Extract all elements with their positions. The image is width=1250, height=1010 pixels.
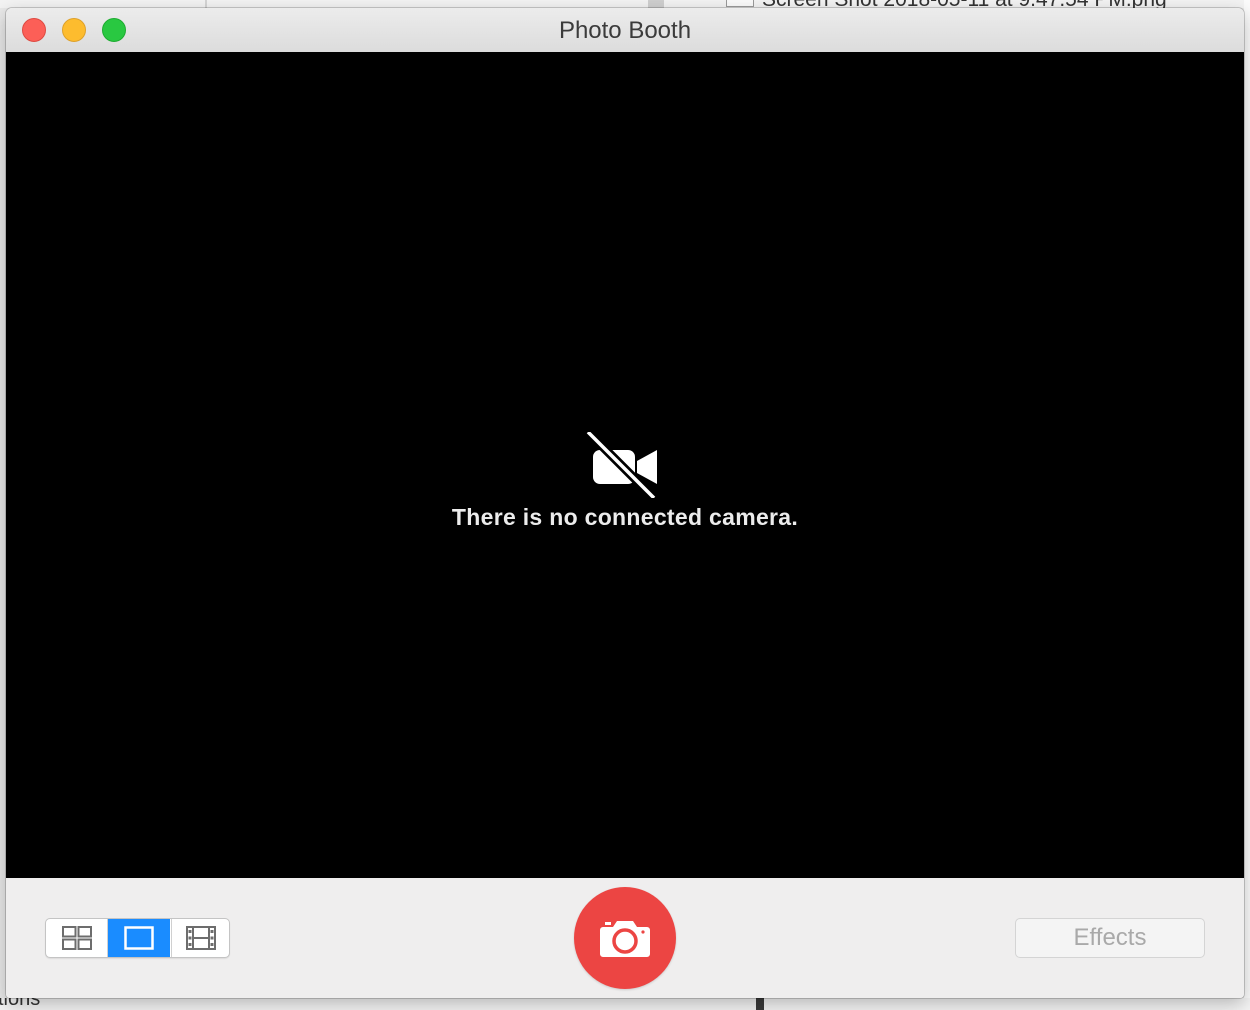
take-photo-button[interactable] xyxy=(574,887,676,989)
camera-preview: There is no connected camera. xyxy=(6,52,1244,878)
background-divider xyxy=(205,0,207,8)
bottom-toolbar: Effects xyxy=(6,878,1244,998)
single-photo-mode-button[interactable] xyxy=(108,919,170,957)
four-up-grid-icon xyxy=(61,926,92,950)
four-up-mode-button[interactable] xyxy=(46,919,108,957)
desktop-background-bottom: tions xyxy=(0,998,1250,1010)
background-text: tions xyxy=(0,998,41,1010)
window-title: Photo Booth xyxy=(558,17,692,44)
single-photo-icon xyxy=(124,926,154,950)
video-camera-slash-icon xyxy=(584,432,658,498)
no-camera-message: There is no connected camera. xyxy=(451,504,799,530)
desktop-background-right xyxy=(1244,0,1250,1010)
background-scrollbar xyxy=(648,0,664,8)
movie-mode-button[interactable] xyxy=(171,919,229,957)
movie-film-icon xyxy=(186,926,216,950)
layout-mode-selector xyxy=(45,918,230,958)
title-bar[interactable]: Photo Booth xyxy=(6,8,1244,53)
file-icon xyxy=(726,0,754,7)
effects-button[interactable]: Effects xyxy=(1015,918,1205,958)
camera-icon xyxy=(600,921,650,957)
photo-booth-window: Photo Booth There is no connected camera… xyxy=(6,8,1244,998)
background-divider xyxy=(756,998,764,1010)
